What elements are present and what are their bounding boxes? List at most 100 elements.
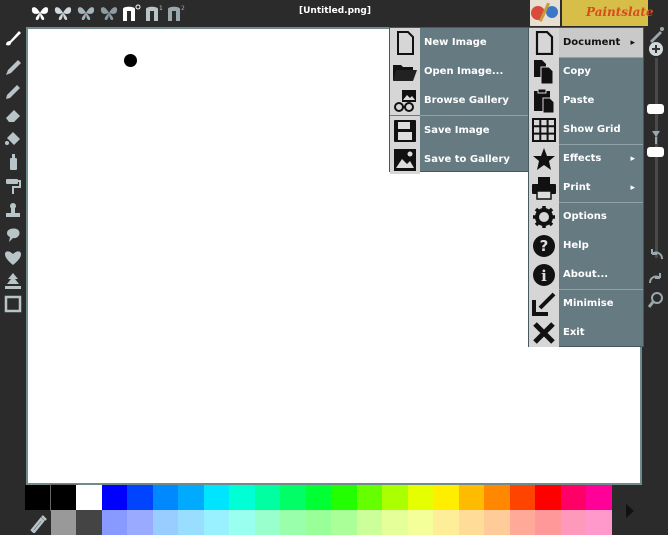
menu-item-about[interactable]: i About...: [529, 260, 643, 289]
fill-bucket-icon[interactable]: [3, 128, 23, 148]
color-swatch[interactable]: [305, 510, 332, 535]
undo-icon[interactable]: [647, 246, 665, 264]
roller-icon[interactable]: [3, 176, 23, 196]
color-swatch[interactable]: [586, 510, 612, 535]
menu-item-copy[interactable]: Copy: [529, 57, 643, 86]
color-swatch[interactable]: [356, 485, 383, 510]
color-swatch[interactable]: [127, 510, 153, 535]
color-swatch[interactable]: [50, 510, 77, 535]
color-swatch[interactable]: [560, 485, 587, 510]
color-swatch[interactable]: [433, 485, 459, 510]
color-swatch[interactable]: [433, 510, 459, 535]
color-swatch[interactable]: [484, 485, 510, 510]
menu-item-show-grid[interactable]: Show Grid: [529, 115, 643, 144]
color-swatch[interactable]: [76, 485, 102, 510]
color-palette: [0, 484, 668, 535]
color-swatch[interactable]: [458, 510, 485, 535]
menu-item-document[interactable]: Document ▸: [529, 28, 643, 57]
butterfly-dark-icon[interactable]: [99, 3, 119, 23]
color-swatch[interactable]: [331, 485, 357, 510]
color-swatch[interactable]: [331, 510, 357, 535]
color-swatch[interactable]: [152, 510, 179, 535]
heart-shape-icon[interactable]: [3, 248, 23, 268]
magnifier-icon[interactable]: [647, 291, 665, 309]
printer-icon: [529, 173, 559, 202]
menu-item-effects[interactable]: Effects ▸: [529, 144, 643, 173]
color-swatch[interactable]: [586, 485, 612, 510]
menu-item-new-image[interactable]: New Image: [390, 28, 528, 57]
menu-label: Save to Gallery: [424, 154, 510, 165]
n-brush-1-icon[interactable]: 1: [144, 3, 164, 23]
color-swatch[interactable]: [560, 510, 587, 535]
menu-label: Save Image: [424, 125, 490, 136]
spray-can-icon[interactable]: [3, 152, 23, 172]
color-swatch[interactable]: [407, 510, 434, 535]
size-slider-thumb[interactable]: [647, 104, 664, 114]
paint-app: 1 2 [Untitled.png] Paintslate New Image …: [0, 0, 668, 535]
palette-next-arrow-icon[interactable]: [626, 504, 634, 518]
butterfly-white-icon[interactable]: [30, 3, 50, 23]
n-brush-0-icon[interactable]: [121, 3, 141, 23]
menu-item-open-image[interactable]: Open Image...: [390, 57, 528, 86]
main-menu: Document ▸ Copy Paste Show Grid Effects …: [528, 27, 644, 347]
color-swatch[interactable]: [509, 485, 536, 510]
color-swatch[interactable]: [484, 510, 510, 535]
redo-icon[interactable]: [647, 270, 665, 288]
butterfly-light-icon[interactable]: [53, 3, 73, 23]
menu-item-help[interactable]: ? Help: [529, 231, 643, 260]
color-swatch[interactable]: [509, 510, 536, 535]
menu-item-save-image[interactable]: Save Image: [390, 116, 528, 145]
menu-item-save-to-gallery[interactable]: Save to Gallery: [390, 145, 528, 174]
color-swatch[interactable]: [254, 485, 281, 510]
color-swatch[interactable]: [101, 510, 128, 535]
color-swatch[interactable]: [203, 485, 230, 510]
n-brush-2-icon[interactable]: 2: [166, 3, 186, 23]
butterfly-gray-icon[interactable]: [76, 3, 96, 23]
color-swatch[interactable]: [305, 485, 332, 510]
color-swatch[interactable]: [203, 510, 230, 535]
color-swatch[interactable]: [229, 485, 255, 510]
menu-label: About...: [563, 269, 609, 280]
color-swatch[interactable]: [101, 485, 128, 510]
color-swatch[interactable]: [152, 485, 179, 510]
info-icon: i: [529, 260, 559, 289]
menu-item-exit[interactable]: Exit: [529, 318, 643, 347]
opacity-slider-thumb[interactable]: [647, 147, 664, 157]
color-swatch[interactable]: [25, 485, 51, 510]
eraser-icon[interactable]: [3, 105, 23, 125]
color-swatch[interactable]: [535, 485, 561, 510]
eyedropper-icon[interactable]: [28, 511, 48, 533]
stamp-icon[interactable]: [3, 200, 23, 220]
pen-icon[interactable]: [3, 58, 23, 78]
color-swatch[interactable]: [407, 485, 434, 510]
menu-item-options[interactable]: Options: [529, 202, 643, 231]
color-swatch[interactable]: [356, 510, 383, 535]
brush-icon[interactable]: [3, 28, 23, 48]
color-swatch[interactable]: [280, 510, 306, 535]
menu-item-minimise[interactable]: Minimise: [529, 289, 643, 318]
color-swatch[interactable]: [458, 485, 485, 510]
color-swatch[interactable]: [535, 510, 561, 535]
menu-item-paste[interactable]: Paste: [529, 86, 643, 115]
color-swatch[interactable]: [127, 485, 153, 510]
zoom-plus-icon[interactable]: [647, 40, 665, 58]
color-swatch[interactable]: [382, 510, 408, 535]
color-swatch[interactable]: [229, 510, 255, 535]
size-slider-track[interactable]: [655, 58, 658, 258]
menu-label: Help: [563, 240, 589, 251]
pencil-icon[interactable]: [3, 82, 23, 102]
frame-icon[interactable]: [3, 294, 23, 314]
tree-shape-icon[interactable]: [3, 271, 23, 291]
color-swatch[interactable]: [178, 510, 204, 535]
smudge-icon[interactable]: [3, 224, 23, 244]
brand-name: Paintslate: [586, 5, 654, 19]
color-swatch[interactable]: [76, 510, 102, 535]
menu-item-print[interactable]: Print ▸: [529, 173, 643, 202]
color-swatch[interactable]: [49, 484, 78, 511]
color-swatch[interactable]: [280, 485, 306, 510]
color-swatch[interactable]: [178, 485, 204, 510]
color-swatch[interactable]: [254, 510, 281, 535]
color-swatch[interactable]: [382, 485, 408, 510]
chevron-right-icon: ▸: [630, 153, 635, 164]
menu-item-browse-gallery[interactable]: Browse Gallery: [390, 86, 528, 115]
